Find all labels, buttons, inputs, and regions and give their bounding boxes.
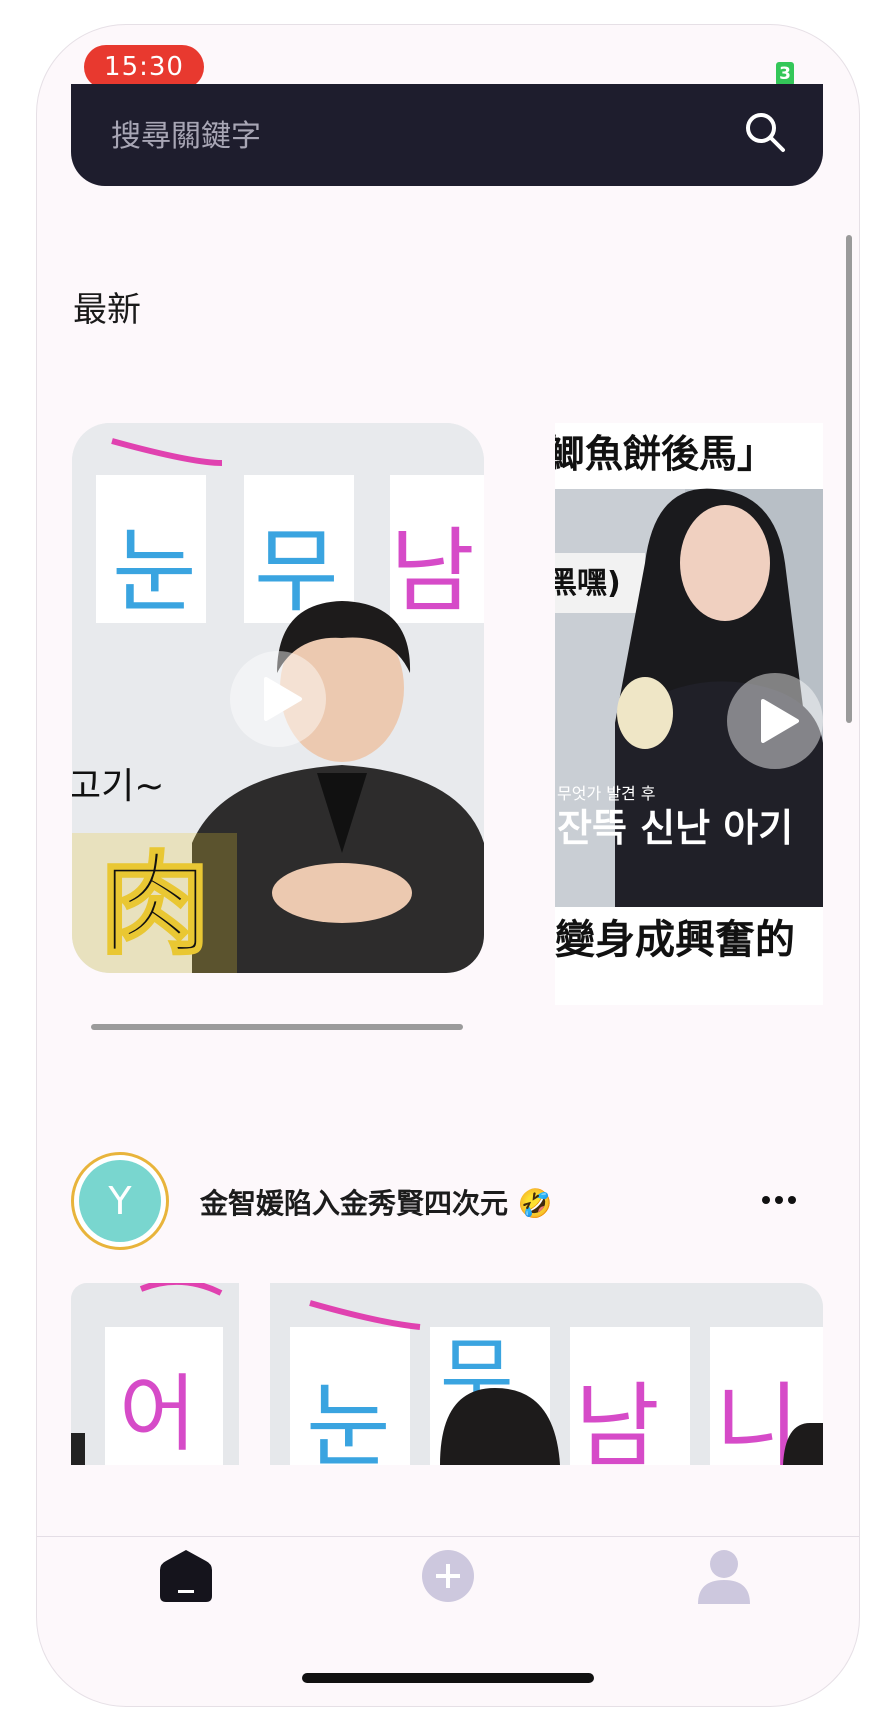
post-image-graphic: 눈 무 남 니 (270, 1283, 823, 1465)
caption-text: 肉 (100, 841, 210, 969)
search-icon[interactable] (741, 108, 791, 158)
caption-text: 고기~ (72, 766, 164, 807)
caption-text: 變身成興奮的 (555, 917, 795, 963)
post-title[interactable]: 金智媛陷入金秀賢四次元 🤣 (200, 1182, 553, 1222)
post-image[interactable]: 눈 무 남 니 (270, 1283, 823, 1465)
more-options-icon[interactable] (761, 1194, 797, 1206)
caption-text: 黑嘿) (555, 566, 621, 601)
sign-text: 어 (119, 1365, 196, 1463)
caption-text: 鯽魚餅後馬」 (555, 432, 775, 476)
post-image[interactable]: 어 (71, 1283, 239, 1465)
horizontal-scrollbar[interactable] (91, 1024, 463, 1030)
video-card-1[interactable]: 눈 무 남 고기~ 肉 (72, 423, 484, 973)
search-input[interactable]: 搜尋關鍵字 (111, 120, 261, 154)
home-icon[interactable] (156, 1546, 216, 1606)
play-button[interactable] (727, 673, 823, 769)
search-bar[interactable]: 搜尋關鍵字 (71, 84, 823, 186)
play-button[interactable] (230, 651, 326, 747)
caption-text: 무엇가 발견 후 (557, 784, 656, 803)
status-time: 15:30 (84, 45, 204, 89)
post-image-graphic: 어 (71, 1283, 239, 1465)
nav-divider (36, 1536, 860, 1537)
avatar-letter: Y (79, 1160, 161, 1242)
sign-text: 남 (390, 518, 475, 625)
user-avatar[interactable]: Y (71, 1152, 169, 1250)
profile-icon[interactable] (694, 1546, 754, 1606)
add-icon[interactable] (418, 1546, 478, 1606)
sign-text: 눈 (306, 1373, 391, 1465)
section-title: 最新 (73, 290, 141, 330)
battery-icon: 3 (776, 62, 794, 86)
sign-text: 남 (575, 1373, 660, 1465)
video-card-2[interactable]: 鯽魚餅後馬」 黑嘿) 무엇가 발견 후 잔뜩 신난 아기 變身成興奮的 (555, 423, 823, 1005)
vertical-scrollbar[interactable] (846, 235, 852, 723)
caption-text: 잔뜩 신난 아기 (557, 806, 793, 850)
phone-screen: 15:30 3 搜尋關鍵字 最新 눈 무 남 고기~ 肉 鯽魚餅後馬」 黑嘿) … (36, 24, 860, 1707)
home-indicator (302, 1673, 594, 1683)
play-icon (761, 699, 799, 743)
play-icon (264, 677, 302, 721)
sign-text: 눈 (112, 518, 197, 625)
